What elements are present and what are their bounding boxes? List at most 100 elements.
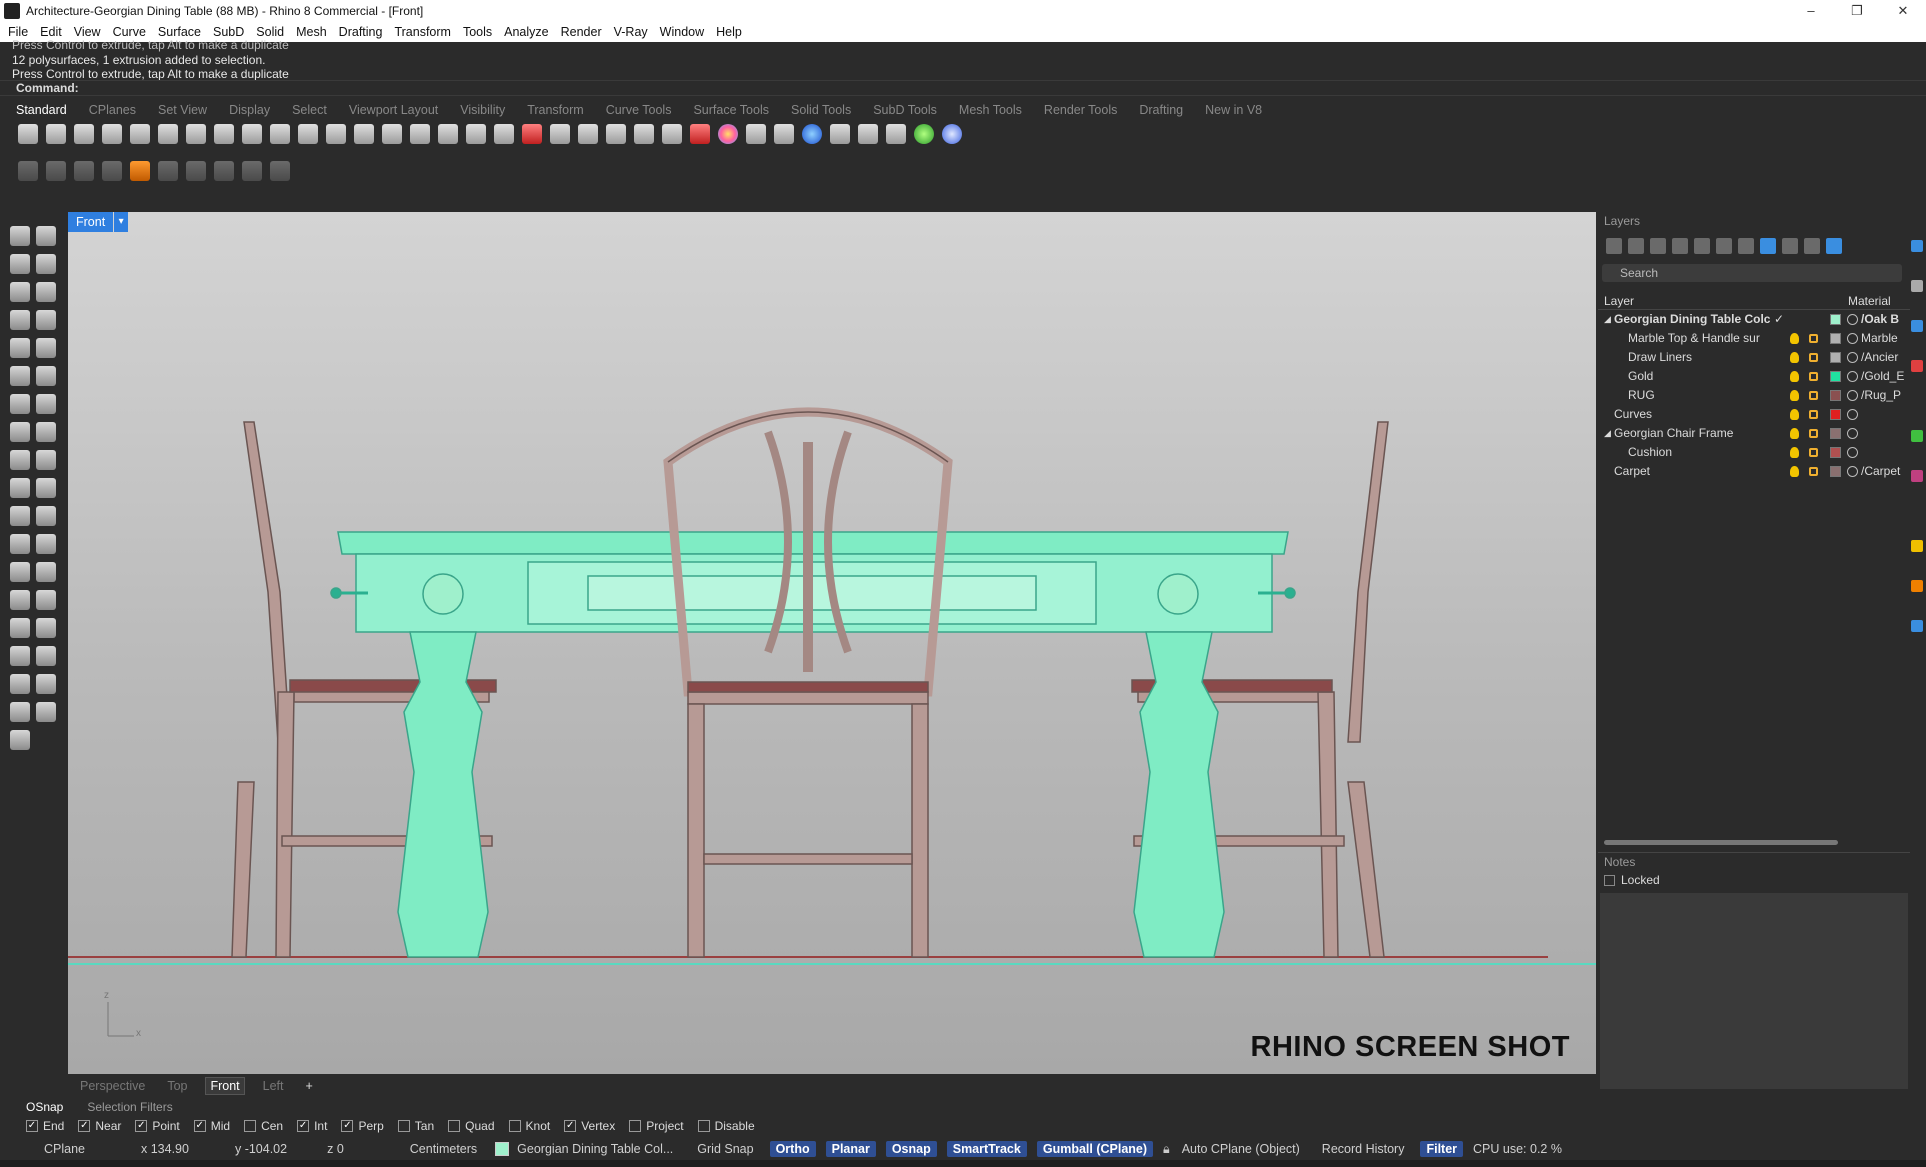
- layers-tab-icon[interactable]: [1911, 280, 1923, 292]
- planar-button[interactable]: Planar: [825, 1141, 876, 1157]
- minimize-button[interactable]: –: [1788, 0, 1834, 22]
- menu-vray[interactable]: V-Ray: [614, 25, 648, 39]
- unlock-icon[interactable]: [1809, 372, 1818, 381]
- menu-edit[interactable]: Edit: [40, 25, 62, 39]
- filter-button[interactable]: Filter: [1420, 1141, 1464, 1157]
- new-layer-icon[interactable]: [1606, 238, 1622, 254]
- fillet-icon[interactable]: [36, 338, 56, 358]
- layer-color-swatch[interactable]: [1830, 390, 1841, 401]
- tab-new-in-v8[interactable]: New in V8: [1205, 103, 1262, 117]
- osnap-button[interactable]: Osnap: [885, 1141, 937, 1157]
- text-icon[interactable]: [10, 562, 30, 582]
- tool-disabled-icon[interactable]: [270, 161, 290, 181]
- polygon-icon[interactable]: [10, 310, 30, 330]
- tab-viewport-layout[interactable]: Viewport Layout: [349, 103, 438, 117]
- select-arrow-icon[interactable]: [10, 226, 30, 246]
- menu-window[interactable]: Window: [660, 25, 704, 39]
- sun-tab-icon[interactable]: [1911, 580, 1923, 592]
- osnap-near-checkbox[interactable]: ✓ Near: [78, 1119, 121, 1133]
- open-file-icon[interactable]: [46, 124, 66, 144]
- cylinder-icon[interactable]: [10, 422, 30, 442]
- analyze-icon[interactable]: [36, 646, 56, 666]
- unlock-icon[interactable]: [1809, 410, 1818, 419]
- array-icon[interactable]: [10, 590, 30, 610]
- unchecked-box-icon[interactable]: [697, 1120, 710, 1132]
- layer-row[interactable]: ◢ Georgian Chair Frame: [1598, 424, 1910, 443]
- undo-view-icon[interactable]: [438, 124, 458, 144]
- column-layer[interactable]: Layer: [1604, 292, 1634, 310]
- osnap-mid-checkbox[interactable]: ✓ Mid: [193, 1119, 230, 1133]
- osnap-int-checkbox[interactable]: ✓ Int: [297, 1119, 327, 1133]
- boolean-icon[interactable]: [10, 506, 30, 526]
- notes-textarea[interactable]: [1600, 893, 1908, 1089]
- new-sublayer-icon[interactable]: [1628, 238, 1644, 254]
- layer-color-swatch[interactable]: [1830, 314, 1841, 325]
- restore-button[interactable]: ❐: [1834, 0, 1880, 22]
- print-icon[interactable]: [102, 124, 122, 144]
- textures-tab-icon[interactable]: [1911, 470, 1923, 482]
- layer-color-swatch[interactable]: [1830, 466, 1841, 477]
- unchecked-box-icon[interactable]: [508, 1120, 521, 1132]
- snapshots-icon[interactable]: [606, 124, 626, 144]
- tab-surface-tools[interactable]: Surface Tools: [693, 103, 769, 117]
- move-up-icon[interactable]: [1694, 238, 1710, 254]
- menu-subd[interactable]: SubD: [213, 25, 244, 39]
- circle-icon[interactable]: [10, 282, 30, 302]
- car-named-view-icon[interactable]: [522, 124, 542, 144]
- visibility-bulb-icon[interactable]: [1790, 352, 1799, 363]
- layer-color-swatch[interactable]: [1830, 371, 1841, 382]
- checked-box-icon[interactable]: ✓: [341, 1120, 354, 1132]
- named-cplane-icon[interactable]: [550, 124, 570, 144]
- add-viewport-icon[interactable]: +: [302, 1078, 317, 1094]
- layer-row[interactable]: RUG/Rug_P: [1598, 386, 1910, 405]
- layer-row[interactable]: Draw Liners/Ancier: [1598, 348, 1910, 367]
- tab-top[interactable]: Top: [163, 1078, 191, 1094]
- scale-icon[interactable]: [36, 562, 56, 582]
- help-icon[interactable]: [1826, 238, 1842, 254]
- visibility-bulb-icon[interactable]: [1790, 371, 1799, 382]
- shaded-sphere-icon[interactable]: [746, 124, 766, 144]
- grid-icon[interactable]: [10, 646, 30, 666]
- osnap-project-checkbox[interactable]: Project: [629, 1119, 684, 1133]
- dimension-icon[interactable]: [886, 124, 906, 144]
- lights-tab-icon[interactable]: [1911, 540, 1923, 552]
- visibility-bulb-icon[interactable]: [1790, 390, 1799, 401]
- dimension-tool-icon[interactable]: [36, 618, 56, 638]
- layer-row[interactable]: Carpet/Carpet: [1598, 462, 1910, 481]
- visibility-bulb-icon[interactable]: [1790, 409, 1799, 420]
- environment-tab-icon[interactable]: [1911, 430, 1923, 442]
- status-units[interactable]: Centimeters: [410, 1142, 477, 1156]
- tab-select[interactable]: Select: [292, 103, 327, 117]
- render-tab-icon[interactable]: [1911, 320, 1923, 332]
- menu-transform[interactable]: Transform: [394, 25, 451, 39]
- edit-points-icon[interactable]: [10, 674, 30, 694]
- sun-icon[interactable]: [858, 124, 878, 144]
- environment-icon[interactable]: [914, 124, 934, 144]
- undo-icon[interactable]: [242, 124, 262, 144]
- columns-icon[interactable]: [1782, 238, 1798, 254]
- tab-mesh-tools[interactable]: Mesh Tools: [959, 103, 1022, 117]
- sphere-icon[interactable]: [36, 394, 56, 414]
- checked-box-icon[interactable]: ✓: [297, 1120, 310, 1132]
- layer-name[interactable]: Georgian Dining Table Colc: [1614, 310, 1772, 329]
- tab-osnap[interactable]: OSnap: [26, 1100, 63, 1114]
- properties-tab-icon[interactable]: [1911, 240, 1923, 252]
- menu-help[interactable]: Help: [716, 25, 742, 39]
- osnap-perp-checkbox[interactable]: ✓ Perp: [341, 1119, 384, 1133]
- layer-name[interactable]: Carpet: [1614, 462, 1772, 481]
- viewport-front[interactable]: z x RHINO SCREEN SHOT: [68, 212, 1596, 1074]
- menu-view[interactable]: View: [74, 25, 101, 39]
- gumball-icon[interactable]: [130, 161, 150, 181]
- copy-clipboard-icon[interactable]: [186, 124, 206, 144]
- zoom-window-icon[interactable]: [354, 124, 374, 144]
- viewport-name[interactable]: Front: [68, 212, 114, 232]
- layer-color-swatch[interactable]: [1830, 447, 1841, 458]
- color-wheel-icon[interactable]: [718, 124, 738, 144]
- cut-icon[interactable]: [158, 124, 178, 144]
- loft-icon[interactable]: [36, 366, 56, 386]
- explode-icon[interactable]: [36, 450, 56, 470]
- move-icon[interactable]: [36, 534, 56, 554]
- visibility-bulb-icon[interactable]: [1790, 447, 1799, 458]
- tab-selection-filters[interactable]: Selection Filters: [87, 1100, 172, 1114]
- layer-name[interactable]: Georgian Chair Frame: [1614, 424, 1772, 443]
